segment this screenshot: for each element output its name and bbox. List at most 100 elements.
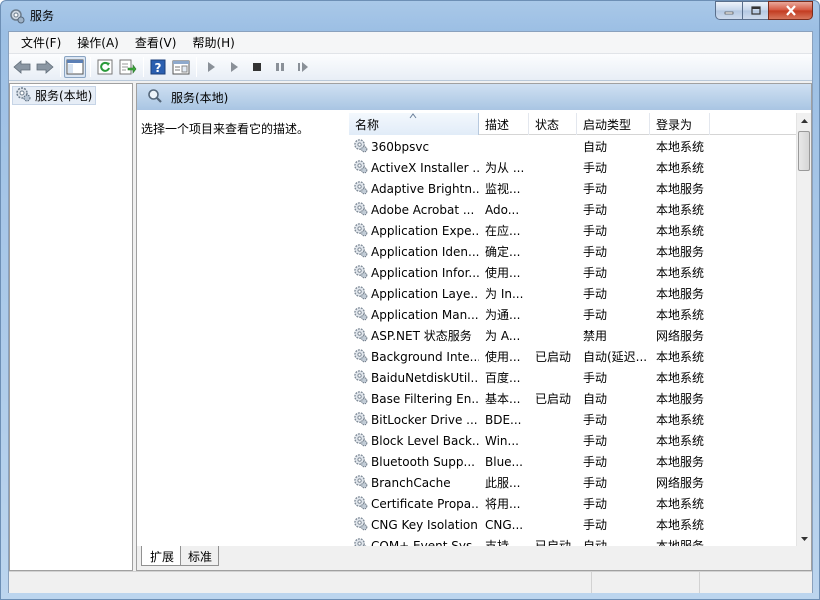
vertical-scrollbar[interactable] (796, 113, 811, 546)
forward-icon (36, 60, 54, 74)
tab-extended[interactable]: 扩展 (141, 546, 182, 566)
service-row[interactable]: Certificate Propa... 将用... 手动 本地系统 (349, 493, 796, 514)
service-row[interactable]: ASP.NET 状态服务为 A... 禁用 网络服务 (349, 325, 796, 346)
service-row[interactable]: Application Man... 为通... 手动 本地系统 (349, 304, 796, 325)
column-header-startup[interactable]: 启动类型 (577, 113, 650, 135)
service-name-cell: Application Iden... (349, 243, 479, 261)
service-name-cell: Background Inte... (349, 348, 479, 366)
menu-view[interactable]: 查看(V) (127, 31, 185, 54)
service-description: 监视... (485, 182, 521, 196)
forward-button[interactable] (34, 56, 56, 78)
service-description: 为通... (485, 308, 521, 322)
service-startup-type: 手动 (583, 308, 608, 322)
service-gear-icon (353, 474, 368, 492)
service-description: 为 In... (485, 287, 524, 301)
service-row[interactable]: Base Filtering En... 基本... 已启动 自动 本地服务 (349, 388, 796, 409)
maximize-icon (750, 6, 761, 15)
restart-service-button[interactable] (292, 56, 314, 78)
service-row[interactable]: Application Expe... 在应... 手动 本地系统 (349, 220, 796, 241)
service-gear-icon (353, 537, 368, 546)
services-list[interactable]: 名称 描述 状态 启动类型 登录为 360bpsvc 自动 本地系统 ActiveX … (349, 113, 811, 546)
tree-item-label: 服务(本地) (35, 89, 93, 103)
service-row[interactable]: BitLocker Drive ... BDE... 手动 本地系统 (349, 409, 796, 430)
column-header-status[interactable]: 状态 (529, 113, 577, 135)
back-button[interactable] (11, 56, 33, 78)
service-row[interactable]: COM+ Event Sys... 支持... 已启动 自动 本地服务 (349, 535, 796, 546)
column-header-label: 启动类型 (583, 117, 632, 132)
service-name-cell: BitLocker Drive ... (349, 411, 479, 429)
services-gear-icon (9, 8, 25, 24)
service-row[interactable]: Application Iden... 确定... 手动 本地服务 (349, 241, 796, 262)
service-row[interactable]: Adobe Acrobat ... Ado... 手动 本地系统 (349, 199, 796, 220)
service-startup-type: 手动 (583, 413, 608, 427)
title-bar[interactable]: 服务 (1, 1, 819, 31)
pane-body: 选择一个项目来查看它的描述。 名称 描述 状态 启动类型 登录为 360bpsv… (137, 110, 811, 546)
service-name-cell: 360bpsvc (349, 138, 479, 156)
service-gear-icon (353, 159, 368, 177)
status-pane (700, 572, 810, 593)
console-tree: 服务(本地) (9, 83, 133, 571)
minimize-button[interactable] (715, 1, 742, 20)
service-row[interactable]: Adaptive Brightn... 监视... 手动 本地服务 (349, 178, 796, 199)
export-list-icon (119, 59, 137, 75)
menu-action[interactable]: 操作(A) (69, 31, 127, 54)
service-description: 为 A... (485, 329, 521, 343)
service-logon-as: 本地系统 (656, 413, 705, 427)
service-row[interactable]: 360bpsvc 自动 本地系统 (349, 136, 796, 157)
service-row[interactable]: BranchCache 此服... 手动 网络服务 (349, 472, 796, 493)
service-status: 已启动 (535, 539, 572, 546)
menu-help[interactable]: 帮助(H) (184, 31, 242, 54)
service-description: Blue... (485, 454, 523, 469)
service-name: BaiduNetdiskUtil... (371, 370, 479, 385)
service-row[interactable]: CNG Key Isolation CNG... 手动 本地系统 (349, 514, 796, 535)
pause-service-button[interactable] (269, 56, 291, 78)
service-gear-icon (353, 348, 368, 366)
service-row[interactable]: BaiduNetdiskUtil... 百度... 手动 本地系统 (349, 367, 796, 388)
service-row[interactable]: Application Infor... 使用... 手动 本地系统 (349, 262, 796, 283)
service-description: Ado... (485, 202, 520, 217)
scroll-thumb[interactable] (798, 131, 810, 171)
arrow-down-icon (801, 536, 808, 541)
service-gear-icon (353, 390, 368, 408)
export-list-button[interactable] (117, 56, 139, 78)
maximize-button[interactable] (742, 1, 768, 20)
status-pane (592, 572, 700, 593)
properties-button[interactable] (170, 56, 192, 78)
scroll-down-button[interactable] (797, 531, 811, 546)
svg-text:?: ? (155, 61, 162, 75)
tree-item-services-local[interactable]: 服务(本地) (12, 86, 97, 105)
service-name-cell: Adobe Acrobat ... (349, 201, 479, 219)
service-startup-type: 自动 (583, 392, 608, 406)
start-alt-service-button[interactable] (223, 56, 245, 78)
service-name-cell: Application Infor... (349, 264, 479, 282)
service-logon-as: 本地系统 (656, 161, 705, 175)
service-name: Bluetooth Supp... (371, 454, 475, 469)
service-row[interactable]: Application Laye... 为 In... 手动 本地服务 (349, 283, 796, 304)
close-button[interactable] (768, 1, 813, 20)
service-row[interactable]: Background Inte... 使用... 已启动 自动(延迟... 本地系统 (349, 346, 796, 367)
help-button[interactable]: ? (147, 56, 169, 78)
service-row[interactable]: Bluetooth Supp... Blue... 手动 本地服务 (349, 451, 796, 472)
column-header-desc[interactable]: 描述 (479, 113, 529, 135)
column-header-name[interactable]: 名称 (349, 113, 479, 135)
properties-icon (172, 60, 190, 75)
service-name-cell: BaiduNetdiskUtil... (349, 369, 479, 387)
scroll-up-button[interactable] (797, 113, 811, 128)
start-service-button[interactable] (200, 56, 222, 78)
service-name-cell: Base Filtering En... (349, 390, 479, 408)
menu-file[interactable]: 文件(F) (13, 31, 69, 54)
tab-standard[interactable]: 标准 (179, 546, 220, 566)
service-gear-icon (353, 264, 368, 282)
column-header-logon[interactable]: 登录为 (650, 113, 710, 135)
service-startup-type: 手动 (583, 245, 608, 259)
service-row[interactable]: ActiveX Installer ... 为从 ... 手动 本地系统 (349, 157, 796, 178)
refresh-button[interactable] (94, 56, 116, 78)
arrow-up-icon (801, 118, 808, 123)
service-row[interactable]: Block Level Back... Win... 手动 本地系统 (349, 430, 796, 451)
service-name-cell: CNG Key Isolation (349, 516, 479, 534)
service-name: 360bpsvc (371, 139, 430, 154)
console-tree-toggle-button[interactable] (64, 56, 86, 78)
service-gear-icon (353, 138, 368, 156)
service-status: 已启动 (535, 350, 572, 364)
stop-service-button[interactable] (246, 56, 268, 78)
